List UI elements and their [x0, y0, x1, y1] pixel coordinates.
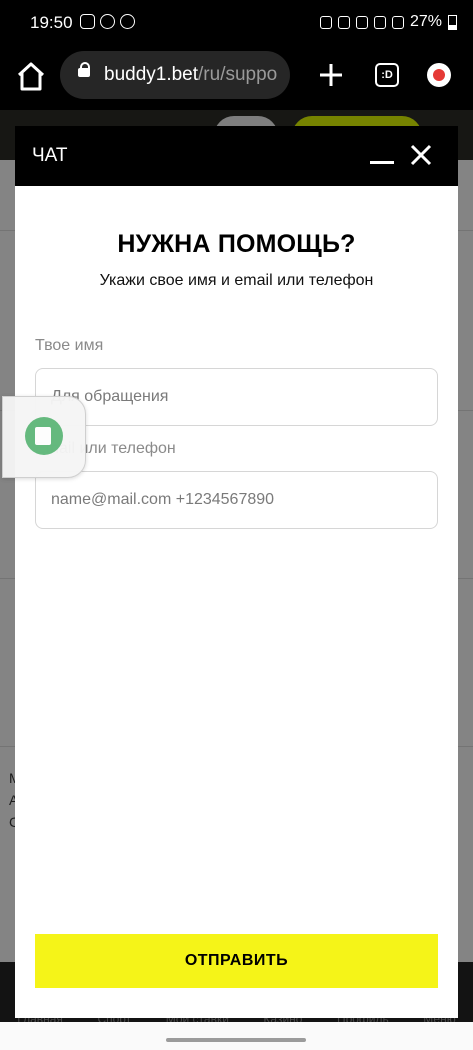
minimize-button[interactable]: [370, 152, 394, 164]
chat-header: ЧАТ: [15, 126, 458, 186]
bluetooth-icon: [337, 15, 350, 29]
gallery-icon: [80, 14, 95, 29]
chat-title: ЧАТ: [32, 145, 68, 166]
url-domain: buddy1.bet: [104, 64, 199, 85]
home-gesture-bar[interactable]: [166, 1038, 306, 1042]
chat-heading: НУЖНА ПОМОЩЬ?: [117, 230, 356, 258]
browser-toolbar: buddy1.bet/ru/suppo :D: [0, 46, 473, 110]
status-bar: 19:50 27%: [0, 0, 473, 46]
home-icon[interactable]: [14, 60, 48, 94]
name-label: Твое имя: [35, 337, 104, 354]
battery-icon: [448, 14, 457, 30]
system-icons: 27%: [319, 13, 457, 31]
viber-icon: [120, 14, 135, 29]
lock-icon: [78, 62, 90, 77]
floating-widget[interactable]: [2, 396, 86, 478]
url-path: /ru/suppo: [198, 64, 278, 85]
submit-button[interactable]: ОТПРАВИТЬ: [35, 934, 438, 988]
close-icon[interactable]: [408, 142, 434, 168]
name-input[interactable]: [35, 368, 438, 426]
notification-icons: [80, 14, 135, 29]
address-bar[interactable]: buddy1.bet/ru/suppo: [60, 51, 290, 99]
gesture-bar-area: [0, 1022, 473, 1050]
contact-input[interactable]: [35, 471, 438, 529]
battery-percent: 27%: [409, 13, 442, 30]
signal-icon: [391, 15, 404, 29]
extension-icon[interactable]: [427, 63, 451, 87]
url-text: buddy1.bet/ru/suppo: [104, 64, 277, 86]
signal-icon: [373, 15, 386, 29]
tabs-button[interactable]: :D: [375, 63, 399, 87]
new-tab-icon[interactable]: [318, 62, 344, 88]
status-time: 19:50: [30, 13, 73, 32]
document-icon: [25, 417, 63, 455]
alarm-icon: [319, 15, 332, 29]
viber-icon: [100, 14, 115, 29]
chat-subheading: Укажи свое имя и email или телефон: [99, 272, 374, 289]
chat-modal: ЧАТ НУЖНА ПОМОЩЬ? Укажи свое имя и email…: [15, 126, 458, 1018]
wifi-icon: [355, 15, 368, 29]
